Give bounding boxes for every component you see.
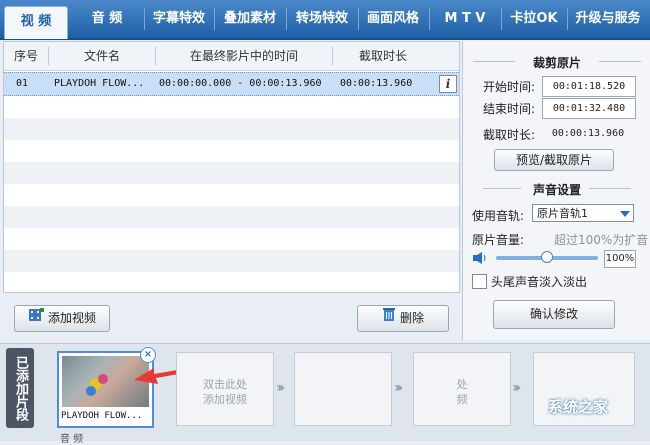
delete-button[interactable]: 删除 (357, 305, 449, 332)
trash-icon (382, 306, 396, 331)
start-time-label: 开始时间: (483, 80, 536, 94)
empty-row (4, 118, 459, 140)
cut-duration-label: 截取时长: (483, 128, 536, 142)
header-index: 序号 (13, 49, 38, 63)
volume-slider[interactable] (496, 251, 598, 263)
divider (589, 188, 631, 189)
confirm-button[interactable]: 确认修改 (493, 300, 615, 329)
row-time-range: 00:00:00.000 - 00:00:13.960 (159, 78, 322, 89)
empty-clip-slot[interactable]: 处 频 (413, 352, 511, 426)
preview-cut-button[interactable]: 预览/截取原片 (494, 149, 614, 171)
empty-row (4, 250, 459, 272)
table-row[interactable]: 01 PLAYDOH FLOW... 00:00:00.000 - 00:00:… (4, 72, 459, 96)
tab-subtitle-effects[interactable]: 字幕特效 (146, 0, 212, 38)
empty-row (4, 162, 459, 184)
list-header: 序号 文件名 在最终影片中的时间 截取时长 (4, 42, 459, 71)
audio-track-select[interactable]: 原片音轨1 (532, 204, 634, 222)
end-time-input[interactable]: 00:01:32.480 (542, 98, 636, 119)
empty-clip-slot[interactable]: 双击此处 添加视频 (176, 352, 274, 426)
tab-video[interactable]: 视 频 (4, 6, 68, 39)
tab-transition[interactable]: 转场特效 (287, 0, 357, 38)
cut-duration-value: 00:00:13.960 (551, 128, 625, 139)
delete-label: 删除 (399, 311, 424, 325)
volume-hint: 超过100%为扩音 (554, 233, 649, 247)
tab-mtv[interactable]: M T V (430, 0, 500, 38)
added-clips-label: 已添加片段 (6, 348, 34, 428)
tab-audio[interactable]: 音 频 (76, 0, 138, 38)
info-icon[interactable]: i (439, 75, 457, 93)
row-filename: PLAYDOH FLOW... (54, 78, 145, 89)
empty-clip-slot[interactable] (294, 352, 392, 426)
tab-divider (144, 8, 145, 30)
audio-section-title: 声音设置 (532, 183, 581, 197)
volume-slider-thumb[interactable] (541, 251, 553, 263)
chevron-right-icon: ››› (394, 380, 404, 396)
tab-upgrade-service[interactable]: 升级与服务 (568, 0, 648, 38)
cut-section-title: 裁剪原片 (532, 56, 581, 70)
film-plus-icon (28, 306, 44, 331)
tab-picture-style[interactable]: 画面风格 (359, 0, 427, 38)
empty-row (4, 206, 459, 228)
header-filename: 文件名 (83, 49, 120, 63)
add-video-label: 添加视频 (47, 311, 96, 325)
watermark-text: 系统之家 (548, 398, 609, 416)
volume-label: 原片音量: (472, 233, 525, 247)
volume-input[interactable]: 100% (604, 250, 636, 268)
slot-placeholder: 双击此处 添加视频 (203, 378, 247, 406)
chevron-right-icon: ››› (512, 380, 522, 396)
header-duration: 截取时长 (358, 49, 407, 63)
start-time-input[interactable]: 00:01:18.520 (542, 76, 636, 97)
fade-label: 头尾声音淡入淡出 (491, 275, 588, 289)
fade-checkbox[interactable] (472, 274, 487, 289)
header-time-in-movie: 在最终影片中的时间 (189, 49, 298, 63)
audio-track-row-label: 音 频 (60, 434, 84, 445)
row-index: 01 (16, 78, 29, 89)
row-duration: 00:00:13.960 (340, 78, 413, 89)
tab-overlay[interactable]: 叠加素材 (215, 0, 285, 38)
main-tab-bar: 视 频 音 频 字幕特效 叠加素材 转场特效 画面风格 M T V 卡拉OK 升… (0, 0, 650, 40)
audio-track-label: 使用音轨: (472, 209, 525, 223)
slot-placeholder: 处 频 (456, 378, 468, 406)
speaker-icon[interactable] (472, 252, 488, 267)
video-file-list: 序号 文件名 在最终影片中的时间 截取时长 01 PLAYDOH FLOW...… (3, 41, 460, 293)
tab-karaoke[interactable]: 卡拉OK (502, 0, 566, 38)
audio-track-value: 原片音轨1 (537, 207, 588, 220)
settings-panel: 裁剪原片 开始时间: 00:01:18.520 结束时间: 00:01:32.4… (462, 41, 650, 340)
chevron-down-icon (620, 211, 630, 217)
end-time-label: 结束时间: (483, 102, 536, 116)
divider (599, 61, 641, 62)
add-video-button[interactable]: 添加视频 (14, 305, 110, 332)
clip-name: PLAYDOH FLOW... (61, 411, 143, 421)
chevron-right-icon: ››› (276, 380, 286, 396)
